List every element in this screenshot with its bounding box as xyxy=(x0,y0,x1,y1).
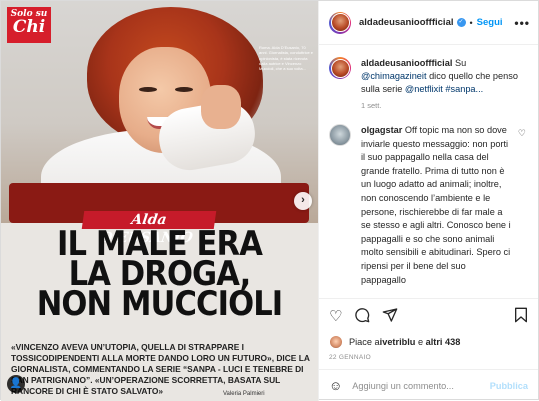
bookmark-icon[interactable] xyxy=(514,307,528,326)
article-quote: «VINCENZO AVEVA UN’UTOPIA, QUELLA DI STR… xyxy=(11,342,310,396)
chevron-right-icon[interactable]: › xyxy=(294,192,312,210)
magazine-logo: Solo su Chi xyxy=(7,7,51,43)
action-bar: ♡ xyxy=(319,298,538,334)
post-media[interactable]: Solo su Chi Roma. Alda D’Eusanio, 70 ann… xyxy=(1,1,318,401)
emoji-icon[interactable]: ☺ xyxy=(329,378,342,393)
more-options-icon[interactable]: ••• xyxy=(514,16,530,30)
comment-input[interactable] xyxy=(352,380,490,391)
likes-summary: Piace a ivetriblu e altri 438 xyxy=(319,334,538,350)
separator: • xyxy=(469,17,473,28)
hashtag-link[interactable]: #sanpa... xyxy=(443,84,483,94)
comment-text: olgagstar Off topic ma non so dove invia… xyxy=(361,124,513,287)
article-headline: IL MALE ERA LA DROGA, NON MUCCIOLI xyxy=(17,227,302,324)
comment-username[interactable]: olgagstar xyxy=(361,125,402,135)
add-comment-bar: ☺ Pubblica xyxy=(319,369,538,401)
comment-body: Off topic ma non so dove inviarle questo… xyxy=(361,125,511,285)
header-username[interactable]: aldadeusaniooffficial xyxy=(359,17,454,28)
likes-user[interactable]: ivetriblu xyxy=(380,337,416,347)
avatar[interactable] xyxy=(329,124,351,146)
user-tag-icon[interactable]: 👤 xyxy=(7,375,25,393)
article-byline: Valeria Palmieri xyxy=(223,391,265,397)
caption-text: aldadeusaniooffficial Su @chimagazineit … xyxy=(361,57,521,96)
likes-middle: e xyxy=(415,337,426,347)
avatar[interactable] xyxy=(329,11,351,34)
heart-icon[interactable]: ♡ xyxy=(518,128,526,139)
instagram-post: Solo su Chi Roma. Alda D’Eusanio, 70 ann… xyxy=(0,0,539,401)
post-sidebar: aldadeusaniooffficial ✓ • Segui ••• alda… xyxy=(318,1,538,401)
likes-prefix: Piace a xyxy=(349,337,380,347)
comment-icon[interactable] xyxy=(354,307,370,326)
publish-button[interactable]: Pubblica xyxy=(490,381,528,391)
comments-list[interactable]: aldadeusaniooffficial Su @chimagazineit … xyxy=(319,45,538,298)
share-icon[interactable] xyxy=(382,307,398,326)
caption-row: aldadeusaniooffficial Su @chimagazineit … xyxy=(329,57,528,96)
photo-eye-left xyxy=(139,87,157,92)
caption-time: 1 sett. xyxy=(361,101,382,110)
heart-icon[interactable]: ♡ xyxy=(329,309,342,324)
verified-icon: ✓ xyxy=(456,18,466,27)
likes-others[interactable]: altri 438 xyxy=(426,337,461,347)
comment-item: olgagstar Off topic ma non so dove invia… xyxy=(329,124,528,287)
photo-eye-right xyxy=(175,87,193,92)
photo-hand xyxy=(201,85,241,129)
caption-username[interactable]: aldadeusaniooffficial xyxy=(361,58,452,68)
post-date[interactable]: 22 GENNAIO xyxy=(319,350,538,369)
headline-line: NON MUCCIOLI xyxy=(36,284,283,324)
mention-link[interactable]: @netflixit xyxy=(405,84,443,94)
mention-link[interactable]: @chimagazineit xyxy=(361,71,427,81)
follow-button[interactable]: Segui xyxy=(477,17,503,28)
post-header: aldadeusaniooffficial ✓ • Segui ••• xyxy=(319,1,538,45)
caption-part: Su xyxy=(452,58,467,68)
avatar[interactable] xyxy=(329,57,351,79)
photo-caption: Roma. Alda D’Eusanio, 70 anni. Giornalis… xyxy=(259,45,314,72)
avatar[interactable] xyxy=(329,335,343,349)
logo-bottom-text: Chi xyxy=(12,17,46,37)
